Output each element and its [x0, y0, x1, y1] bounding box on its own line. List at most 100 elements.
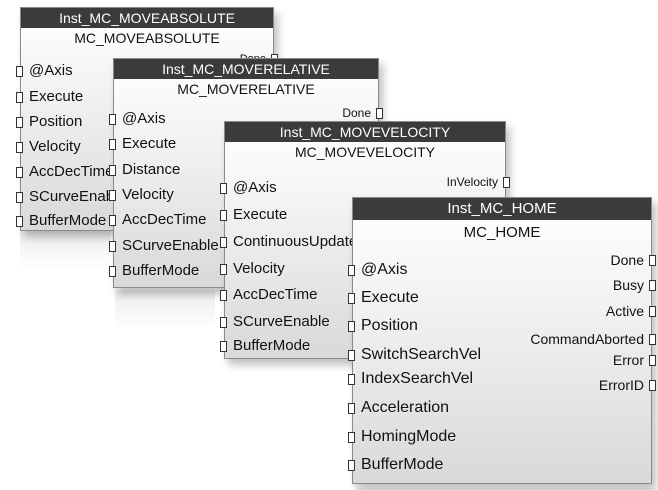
- input-pin-velocity[interactable]: Velocity: [109, 185, 220, 205]
- pin-connector: [16, 66, 23, 77]
- pin-label: Distance: [122, 161, 181, 178]
- pin-label: Velocity: [233, 260, 285, 277]
- input-pin-accdectime[interactable]: AccDecTime: [220, 285, 353, 305]
- input-pin-homingmode[interactable]: HomingMode: [348, 426, 511, 448]
- input-pin-axis[interactable]: @Axis: [348, 259, 511, 281]
- pin-label: @Axis: [122, 110, 166, 127]
- output-pin-active[interactable]: Active: [504, 302, 656, 320]
- pin-label: Execute: [233, 206, 288, 223]
- input-pin-execute[interactable]: Execute: [220, 205, 333, 225]
- pin-connector: [16, 216, 23, 227]
- pin-connector: [220, 317, 227, 328]
- pin-connector: [348, 350, 355, 361]
- pin-label: SCurveEnable: [29, 188, 117, 205]
- pin-connector: [348, 432, 355, 443]
- pin-connector: [16, 142, 23, 153]
- pin-connector: [16, 117, 23, 128]
- pin-connector: [16, 167, 23, 178]
- block-type: MC_MOVERELATIVE: [177, 81, 315, 97]
- input-pin-acceleration[interactable]: Acceleration: [348, 397, 511, 419]
- block-type: MC_MOVEVELOCITY: [294, 144, 436, 160]
- pin-label: Execute: [29, 88, 84, 105]
- output-pin-error[interactable]: Error: [504, 351, 656, 369]
- pin-connector: [348, 460, 355, 471]
- pin-connector: [109, 266, 116, 277]
- pin-label: Active: [605, 303, 644, 319]
- pin-connector: [16, 92, 23, 103]
- input-pin-distance[interactable]: Distance: [109, 160, 220, 180]
- pin-label: BufferMode: [122, 262, 200, 279]
- input-pin-execute[interactable]: Execute: [16, 87, 114, 107]
- output-pin-invelocity[interactable]: InVelocity: [418, 175, 510, 189]
- input-pin-execute[interactable]: Execute: [109, 134, 217, 154]
- pin-connector: [649, 355, 656, 366]
- input-pin-velocity[interactable]: Velocity: [16, 137, 114, 157]
- input-pin-indexsearchvel[interactable]: IndexSearchVel: [348, 368, 511, 390]
- pin-label: SCurveEnable: [233, 313, 330, 330]
- input-pin-continuousupdate[interactable]: ContinuousUpdate: [220, 232, 361, 252]
- input-pin-execute[interactable]: Execute: [348, 287, 511, 309]
- pin-connector: [348, 321, 355, 332]
- pin-connector: [220, 341, 227, 352]
- pin-label: @Axis: [29, 62, 73, 79]
- input-pin-axis[interactable]: @Axis: [220, 178, 323, 198]
- pin-label: AccDecTime: [233, 286, 318, 303]
- block-type: MC_MOVEABSOLUTE: [74, 30, 220, 46]
- pin-label: HomingMode: [361, 428, 457, 445]
- pin-connector: [348, 265, 355, 276]
- pin-label: InVelocity: [446, 175, 498, 189]
- pin-connector: [220, 237, 227, 248]
- input-pin-scurveenable[interactable]: SCurveEnable: [16, 187, 117, 207]
- input-pin-scurveenable[interactable]: SCurveEnable: [109, 236, 229, 256]
- input-pin-velocity[interactable]: Velocity: [220, 259, 333, 279]
- pin-label: Done: [610, 252, 644, 268]
- input-pin-axis[interactable]: @Axis: [109, 109, 212, 129]
- pin-label: AccDecTime: [122, 211, 207, 228]
- pin-connector: [16, 192, 23, 203]
- pin-label: ErrorID: [598, 377, 644, 393]
- output-pin-done[interactable]: Done: [504, 251, 656, 269]
- pin-label: Error: [612, 352, 644, 368]
- pin-label: SwitchSearchVel: [361, 346, 482, 363]
- pin-connector: [109, 165, 116, 176]
- function-block-home[interactable]: Inst_MC_HOME MC_HOME @Axis Execute Posit…: [348, 197, 656, 484]
- pin-label: SCurveEnable: [122, 237, 219, 254]
- pin-connector: [503, 177, 510, 188]
- input-pin-scurveenable[interactable]: SCurveEnable: [220, 312, 361, 332]
- input-pin-position[interactable]: Position: [348, 315, 511, 337]
- output-pin-commandaborted[interactable]: CommandAborted: [504, 330, 656, 348]
- input-pin-accdectime[interactable]: AccDecTime: [109, 210, 227, 230]
- pin-connector: [649, 255, 656, 266]
- input-pin-buffermode[interactable]: BufferMode: [16, 211, 117, 231]
- pin-label: Done: [342, 106, 371, 120]
- input-pin-buffermode[interactable]: BufferMode: [348, 454, 511, 476]
- input-pin-position[interactable]: Position: [16, 112, 114, 132]
- input-pin-accdectime[interactable]: AccDecTime: [16, 162, 117, 182]
- pin-connector: [348, 293, 355, 304]
- instance-name: Inst_MC_HOME: [353, 198, 651, 220]
- pin-label: Acceleration: [361, 399, 450, 416]
- pin-connector: [220, 290, 227, 301]
- pin-label: BufferMode: [29, 212, 107, 229]
- pin-label: AccDecTime: [29, 163, 114, 180]
- pin-label: CommandAborted: [530, 331, 644, 347]
- output-pin-errorid[interactable]: ErrorID: [504, 376, 656, 394]
- pin-label: Execute: [361, 289, 419, 306]
- pin-connector: [220, 264, 227, 275]
- input-pin-buffermode[interactable]: BufferMode: [109, 261, 229, 281]
- pin-label: Velocity: [122, 186, 174, 203]
- output-pin-done[interactable]: Done: [311, 106, 383, 120]
- pin-label: Execute: [122, 135, 177, 152]
- instance-name: Inst_MC_MOVEVELOCITY: [225, 122, 505, 142]
- pin-label: Position: [361, 317, 418, 334]
- pin-connector: [649, 334, 656, 345]
- pin-connector: [649, 280, 656, 291]
- input-pin-axis[interactable]: @Axis: [16, 61, 109, 81]
- input-pin-switchsearchvel[interactable]: SwitchSearchVel: [348, 344, 511, 366]
- input-pin-buffermode[interactable]: BufferMode: [220, 336, 361, 356]
- output-pin-busy[interactable]: Busy: [504, 276, 656, 294]
- block-type: MC_HOME: [463, 224, 541, 241]
- pin-connector: [109, 241, 116, 252]
- pin-label: Busy: [612, 277, 644, 293]
- pin-connector: [649, 306, 656, 317]
